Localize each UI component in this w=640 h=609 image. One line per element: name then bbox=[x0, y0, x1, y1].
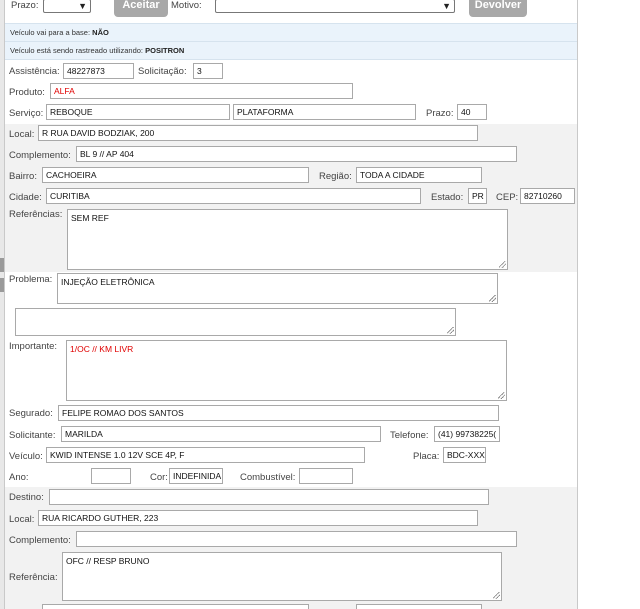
base-info-bar: Veículo vai para a base: NÃO bbox=[5, 23, 577, 42]
cor-field[interactable]: INDEFINIDA bbox=[169, 468, 223, 484]
prazo-field-label: Prazo: bbox=[426, 108, 454, 119]
placa-label: Placa: bbox=[413, 451, 440, 462]
resize-grip-icon[interactable] bbox=[499, 261, 506, 268]
regiao-field[interactable]: TODA A CIDADE bbox=[356, 167, 482, 183]
devolver-button[interactable]: Devolver bbox=[469, 0, 527, 17]
bairro-field[interactable]: CACHOEIRA bbox=[42, 167, 309, 183]
produto-label: Produto: bbox=[9, 87, 45, 98]
regiao-label: Região: bbox=[319, 171, 352, 182]
local-label: Local: bbox=[9, 129, 35, 140]
problema-text: INJEÇÃO ELETRÔNICA bbox=[61, 277, 155, 287]
complemento-field[interactable]: BL 9 // AP 404 bbox=[76, 146, 517, 162]
referencias-textarea[interactable]: SEM REF bbox=[67, 209, 508, 270]
cidade-field[interactable]: CURITIBA bbox=[46, 188, 421, 204]
tracking-info-bar: Veículo está sendo rastreado utilizando:… bbox=[5, 41, 577, 60]
cep-field[interactable]: 82710260 bbox=[520, 188, 575, 204]
destino-local-label: Local: bbox=[9, 514, 35, 525]
telefone-field[interactable]: (41) 99738225( bbox=[434, 426, 500, 442]
destino-referencia-label: Referência: bbox=[9, 572, 58, 583]
complemento-label: Complemento: bbox=[9, 150, 71, 161]
solicitante-label: Solicitante: bbox=[9, 430, 56, 441]
importante-label: Importante: bbox=[9, 341, 58, 352]
cep-label: CEP: bbox=[496, 192, 519, 203]
prazo-select[interactable]: ▼ bbox=[43, 0, 91, 13]
destino-local-field[interactable]: RUA RICARDO GUTHER, 223 bbox=[38, 510, 478, 526]
local-field[interactable]: R RUA DAVID BODZIAK, 200 bbox=[38, 125, 478, 141]
solicitacao-field[interactable]: 3 bbox=[193, 63, 223, 79]
resize-grip-icon[interactable] bbox=[498, 392, 505, 399]
telefone-label: Telefone: bbox=[390, 430, 429, 441]
resize-grip-icon[interactable] bbox=[493, 592, 500, 599]
placa-field[interactable]: BDC-XXX0 bbox=[443, 447, 486, 463]
veiculo-field[interactable]: KWID INTENSE 1.0 12V SCE 4P, F bbox=[46, 447, 365, 463]
cidade-label: Cidade: bbox=[9, 192, 42, 203]
referencias-text: SEM REF bbox=[71, 213, 109, 223]
problema-extra-textarea[interactable] bbox=[15, 308, 456, 336]
importante-text: 1/OC // KM LIVR bbox=[70, 344, 134, 354]
base-info-text: Veículo vai para a base: bbox=[10, 28, 91, 37]
destino-bairro-field[interactable] bbox=[42, 604, 309, 609]
veiculo-label: Veículo: bbox=[9, 451, 43, 462]
chevron-down-icon: ▼ bbox=[442, 1, 451, 11]
referencias-label: Referências: bbox=[9, 209, 63, 220]
segurado-label: Segurado: bbox=[9, 408, 53, 419]
destino-regiao-field[interactable] bbox=[356, 604, 482, 609]
solicitacao-label: Solicitação: bbox=[138, 66, 187, 77]
aceitar-button[interactable]: Aceitar bbox=[114, 0, 168, 17]
prazo-label: Prazo: bbox=[11, 0, 39, 11]
cor-label: Cor: bbox=[150, 472, 168, 483]
combustivel-label: Combustível: bbox=[240, 472, 296, 483]
problema-textarea[interactable]: INJEÇÃO ELETRÔNICA bbox=[57, 273, 498, 304]
ano-field[interactable] bbox=[91, 468, 131, 484]
destino-label: Destino: bbox=[9, 492, 44, 503]
resize-grip-icon[interactable] bbox=[447, 327, 454, 334]
segurado-field[interactable]: FELIPE ROMAO DOS SANTOS bbox=[58, 405, 499, 421]
resize-grip-icon[interactable] bbox=[489, 295, 496, 302]
destino-complemento-label: Complemento: bbox=[9, 535, 71, 546]
chevron-down-icon: ▼ bbox=[78, 1, 87, 11]
base-info-value: NÃO bbox=[92, 28, 109, 37]
motivo-label: Motivo: bbox=[171, 0, 202, 11]
tracking-info-value: POSITRON bbox=[145, 46, 185, 55]
ano-label: Ano: bbox=[9, 472, 29, 483]
bairro-label: Bairro: bbox=[9, 171, 37, 182]
tracking-info-text: Veículo está sendo rastreado utilizando: bbox=[10, 46, 144, 55]
assistencia-field[interactable]: 48227873 bbox=[63, 63, 134, 79]
combustivel-field[interactable] bbox=[299, 468, 353, 484]
destino-referencia-textarea[interactable]: OFC // RESP BRUNO bbox=[62, 552, 502, 601]
service-form: Prazo: ▼ Aceitar Motivo: ▼ Devolver Veíc… bbox=[4, 0, 578, 609]
destino-complemento-field[interactable] bbox=[76, 531, 517, 547]
destino-field[interactable] bbox=[49, 489, 489, 505]
servico-field[interactable]: REBOQUE bbox=[46, 104, 230, 120]
assistencia-label: Assistência: bbox=[9, 66, 60, 77]
solicitante-field[interactable]: MARILDA bbox=[61, 426, 381, 442]
produto-field[interactable]: ALFA bbox=[50, 83, 353, 99]
importante-textarea[interactable]: 1/OC // KM LIVR bbox=[66, 340, 507, 401]
destino-referencia-text: OFC // RESP BRUNO bbox=[66, 556, 150, 566]
motivo-select[interactable]: ▼ bbox=[215, 0, 455, 13]
servico-label: Serviço: bbox=[9, 108, 44, 119]
servico-tipo-field[interactable]: PLATAFORMA bbox=[233, 104, 416, 120]
estado-label: Estado: bbox=[431, 192, 464, 203]
problema-label: Problema: bbox=[9, 274, 53, 285]
estado-field[interactable]: PR bbox=[468, 188, 487, 204]
prazo-field[interactable]: 40 bbox=[457, 104, 487, 120]
